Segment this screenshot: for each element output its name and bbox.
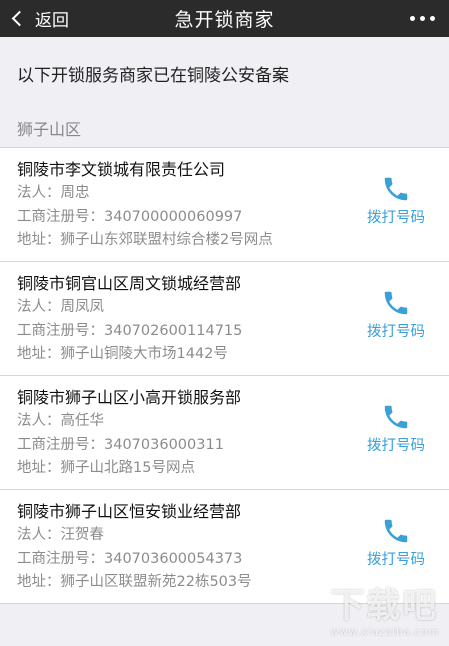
back-label: 返回 xyxy=(35,11,69,31)
merchant-card: 铜陵市铜官山区周文锁城经营部 法人：周凤凤 工商注册号：340702600114… xyxy=(0,262,449,376)
nav-bar: 返回 急开锁商家 xyxy=(0,0,449,37)
call-label: 拨打号码 xyxy=(367,552,425,568)
district-header: 狮子山区 xyxy=(17,120,82,139)
notice-text: 以下开锁服务商家已在铜陵公安备案 xyxy=(17,65,289,86)
phone-icon xyxy=(384,405,408,429)
call-button[interactable]: 拨打号码 xyxy=(361,174,431,227)
call-button[interactable]: 拨打号码 xyxy=(361,516,431,569)
merchant-card: 铜陵市狮子山区小高开锁服务部 法人：高任华 工商注册号：340703600031… xyxy=(0,376,449,490)
call-label: 拨打号码 xyxy=(367,210,425,226)
more-dots-icon xyxy=(410,16,415,21)
merchant-address: 地址：狮子山北路15号网点 xyxy=(17,460,195,476)
call-label: 拨打号码 xyxy=(367,324,425,340)
chevron-left-icon xyxy=(11,10,28,27)
more-button[interactable] xyxy=(410,0,435,37)
watermark: 下载吧 www.xiazaiba.com xyxy=(330,578,439,638)
merchant-list: 铜陵市李文锁城有限责任公司 法人：周忠 工商注册号：34070000006099… xyxy=(0,147,449,604)
call-button[interactable]: 拨打号码 xyxy=(361,288,431,341)
phone-icon xyxy=(384,177,408,201)
call-label: 拨打号码 xyxy=(367,438,425,454)
merchant-address: 地址：狮子山铜陵大市场1442号 xyxy=(17,346,228,362)
phone-icon xyxy=(384,519,408,543)
watermark-url: www.xiazaiba.com xyxy=(330,627,439,638)
merchant-card: 铜陵市李文锁城有限责任公司 法人：周忠 工商注册号：34070000006099… xyxy=(0,148,449,262)
merchant-address: 地址：狮子山东郊联盟村综合楼2号网点 xyxy=(17,232,273,248)
back-button[interactable]: 返回 xyxy=(8,0,69,37)
call-button[interactable]: 拨打号码 xyxy=(361,402,431,455)
watermark-main: 下载吧 xyxy=(330,586,439,626)
phone-icon xyxy=(384,291,408,315)
